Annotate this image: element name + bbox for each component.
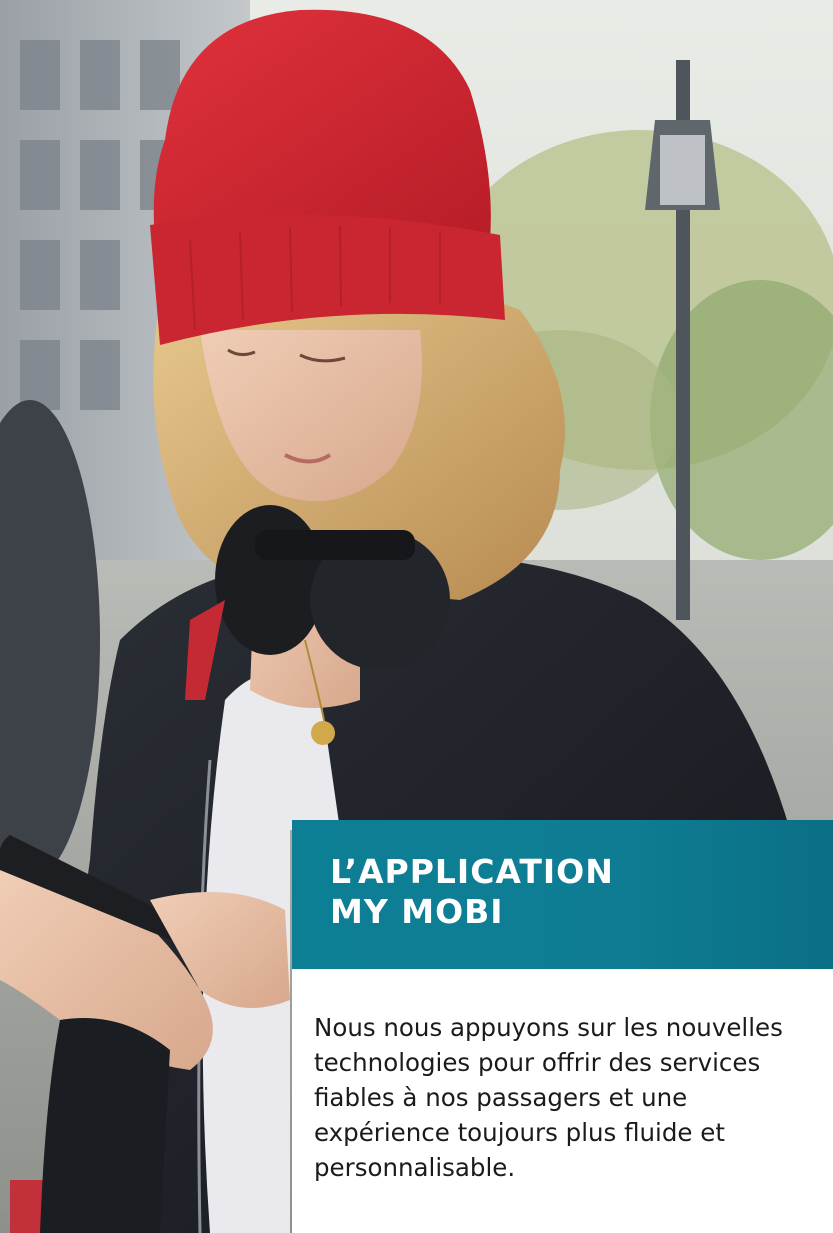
section-title-line1: L’APPLICATION xyxy=(330,852,614,891)
section-title-line2: MY MOBI xyxy=(330,892,504,931)
section-body: Nous nous appuyons sur les nouvelles tec… xyxy=(314,1013,783,1182)
section-title: L’APPLICATION MY MOBI xyxy=(330,852,614,932)
